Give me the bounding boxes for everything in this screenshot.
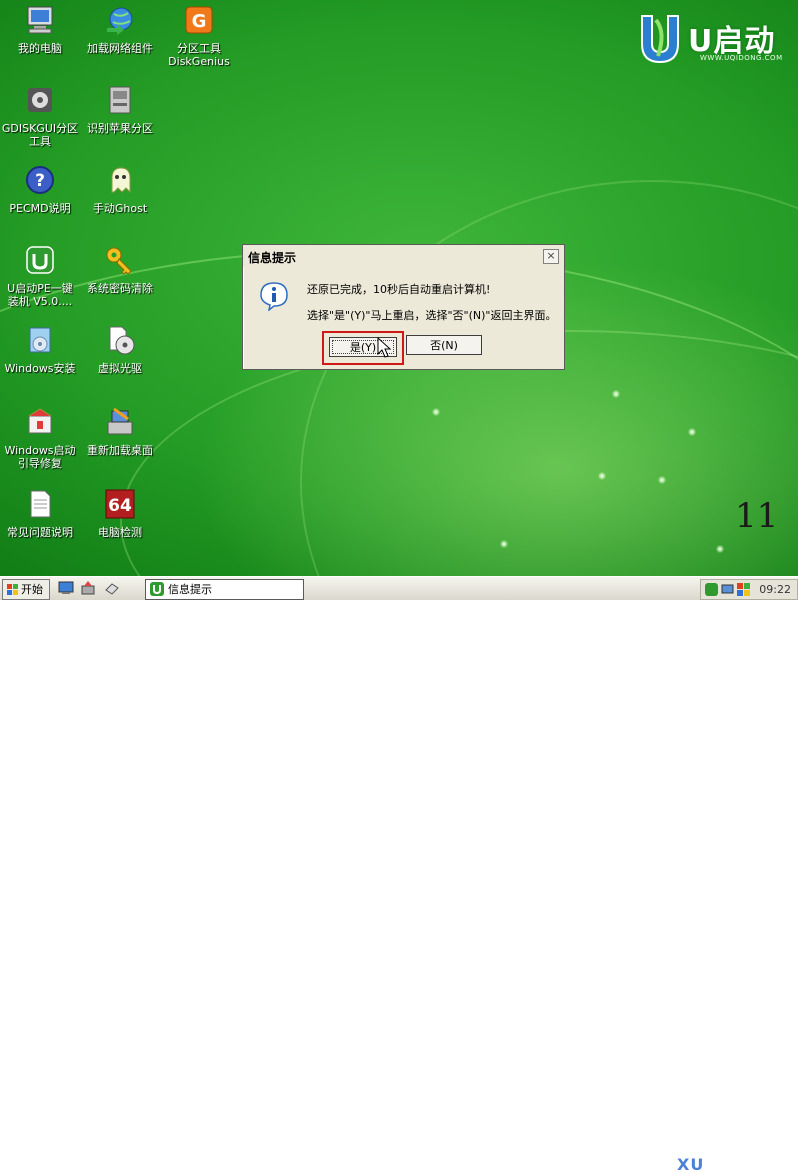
quicklaunch-desktop-icon[interactable]: [58, 580, 74, 596]
desktop-icon-label: 常见问题说明: [7, 526, 73, 539]
ghost-icon: [111, 167, 131, 194]
sparkle: [658, 476, 666, 484]
no-button[interactable]: 否(N): [406, 335, 482, 355]
sparkle: [716, 545, 724, 553]
info-icon: [260, 282, 288, 311]
sparkle: [688, 428, 696, 436]
dialog-close-button[interactable]: ×: [543, 249, 559, 264]
taskbar: 开始 信息提示 09:22 XU: [0, 576, 798, 1174]
installer-icon: [26, 246, 54, 274]
boot-repair-icon: [28, 408, 52, 434]
help-icon: ?: [26, 166, 54, 194]
clock: 09:22: [759, 583, 791, 596]
start-button[interactable]: 开始: [2, 579, 50, 600]
quicklaunch-tool-icon[interactable]: [80, 580, 96, 596]
document-icon: [30, 490, 51, 518]
apple-partition-icon: [109, 86, 131, 114]
desktop-icon-label: 虚拟光驱: [98, 362, 142, 375]
sparkle: [598, 472, 606, 480]
system-tray: 09:22: [700, 579, 798, 600]
no-button-label: 否(N): [430, 339, 458, 352]
desktop-icon-label: 重新加载桌面: [87, 444, 153, 457]
dialog-message-line2: 选择"是"(Y)"马上重启，选择"否"(N)"返回主界面。: [307, 309, 557, 322]
dialog-titlebar[interactable]: 信息提示 ×: [243, 245, 564, 267]
dialog-title: 信息提示: [248, 251, 297, 265]
page-number: 11: [735, 496, 779, 536]
desktop-icon-label: 电脑检测: [98, 526, 142, 539]
sparkle: [500, 540, 508, 548]
quicklaunch-drive-icon[interactable]: [104, 580, 120, 596]
desktop-icon-label: 手动Ghost: [92, 202, 148, 215]
dialog-message-line1: 还原已完成，10秒后自动重启计算机!: [307, 283, 491, 296]
desktop-icon-label: Windows启动 引导修复: [4, 444, 76, 470]
desktop-icon-label: GDISKGUI分区 工具: [1, 122, 79, 148]
tray-uqidong-icon[interactable]: [705, 583, 718, 596]
desktop-icon-label: 加载网络组件: [87, 42, 153, 55]
desktop-icon-label: PECMD说明: [9, 202, 71, 215]
desktop-icon-diskgenius[interactable]: G 分区工具 DiskGenius: [160, 4, 238, 68]
taskbar-task-info[interactable]: 信息提示: [145, 579, 304, 600]
svg-text:G: G: [192, 11, 207, 32]
desktop-icon-label: 系统密码清除: [87, 282, 153, 295]
desktop-icon-label: Windows安装: [4, 362, 76, 375]
tray-windows-icon[interactable]: [737, 583, 750, 596]
network-globe-icon: [107, 7, 133, 35]
hardware-check-icon: 64: [105, 489, 135, 519]
virtual-drive-icon: [109, 326, 135, 355]
logo-url-text: WWW.UQIDONG.COM: [700, 54, 783, 62]
desktop-icon-hardware-check[interactable]: 64 电脑检测: [81, 488, 159, 539]
sparkle: [612, 390, 620, 398]
desktop-icon-label: 识别苹果分区: [87, 122, 153, 135]
u-logo-icon: [641, 15, 679, 64]
uqidong-logo: U启动 WWW.UQIDONG.COM: [630, 10, 790, 72]
svg-text:?: ?: [35, 171, 45, 191]
info-dialog: 信息提示 × 还原已完成，10秒后自动重启计算机! 选择"是"(Y)"马上重启，…: [242, 244, 565, 370]
desktop-icon-boot-repair[interactable]: Windows启动 引导修复: [1, 406, 79, 470]
desktop-icon-faq[interactable]: 常见问题说明: [1, 488, 79, 539]
partition-tool-icon: [28, 88, 52, 112]
mouse-cursor-icon: [377, 337, 392, 358]
desktop-icon-reload-desktop[interactable]: 重新加载桌面: [81, 406, 159, 457]
desktop-icon-network[interactable]: 加载网络组件: [81, 4, 159, 55]
computer-icon: [27, 6, 53, 34]
sparkle: [432, 408, 440, 416]
desktop-icon-my-computer[interactable]: 我的电脑: [1, 4, 79, 55]
desktop-icon-label: U启动PE一键 装机 V5.0....: [7, 282, 73, 308]
task-app-icon: [150, 582, 164, 596]
desktop-icon-gdiskgui[interactable]: GDISKGUI分区 工具: [1, 84, 79, 148]
reload-desktop-icon: [107, 407, 133, 435]
desktop-icon-virtual-drive[interactable]: 虚拟光驱: [81, 324, 159, 375]
desktop-icon-pecmd[interactable]: ? PECMD说明: [1, 164, 79, 215]
desktop-icon-password-clear[interactable]: 系统密码清除: [81, 244, 159, 295]
windows-install-icon: [29, 327, 51, 353]
background-swoosh: [300, 180, 798, 576]
desktop-icon-uqidong-pe[interactable]: U启动PE一键 装机 V5.0....: [1, 244, 79, 308]
desktop-icon-label: 分区工具 DiskGenius: [168, 42, 230, 68]
desktop-icon-windows-install[interactable]: Windows安装: [1, 324, 79, 375]
desktop-icon-ghost[interactable]: 手动Ghost: [81, 164, 159, 215]
desktop-icon-label: 我的电脑: [18, 42, 62, 55]
watermark-text: XU: [677, 1155, 705, 1174]
svg-text:64: 64: [108, 496, 132, 516]
task-label: 信息提示: [168, 583, 212, 596]
start-label: 开始: [21, 583, 43, 596]
desktop-icon-apple-partition[interactable]: 识别苹果分区: [81, 84, 159, 135]
key-icon: [106, 247, 132, 275]
diskgenius-icon: G: [185, 6, 213, 34]
tray-network-icon[interactable]: [721, 583, 734, 596]
windows-flag-icon: [7, 584, 18, 595]
